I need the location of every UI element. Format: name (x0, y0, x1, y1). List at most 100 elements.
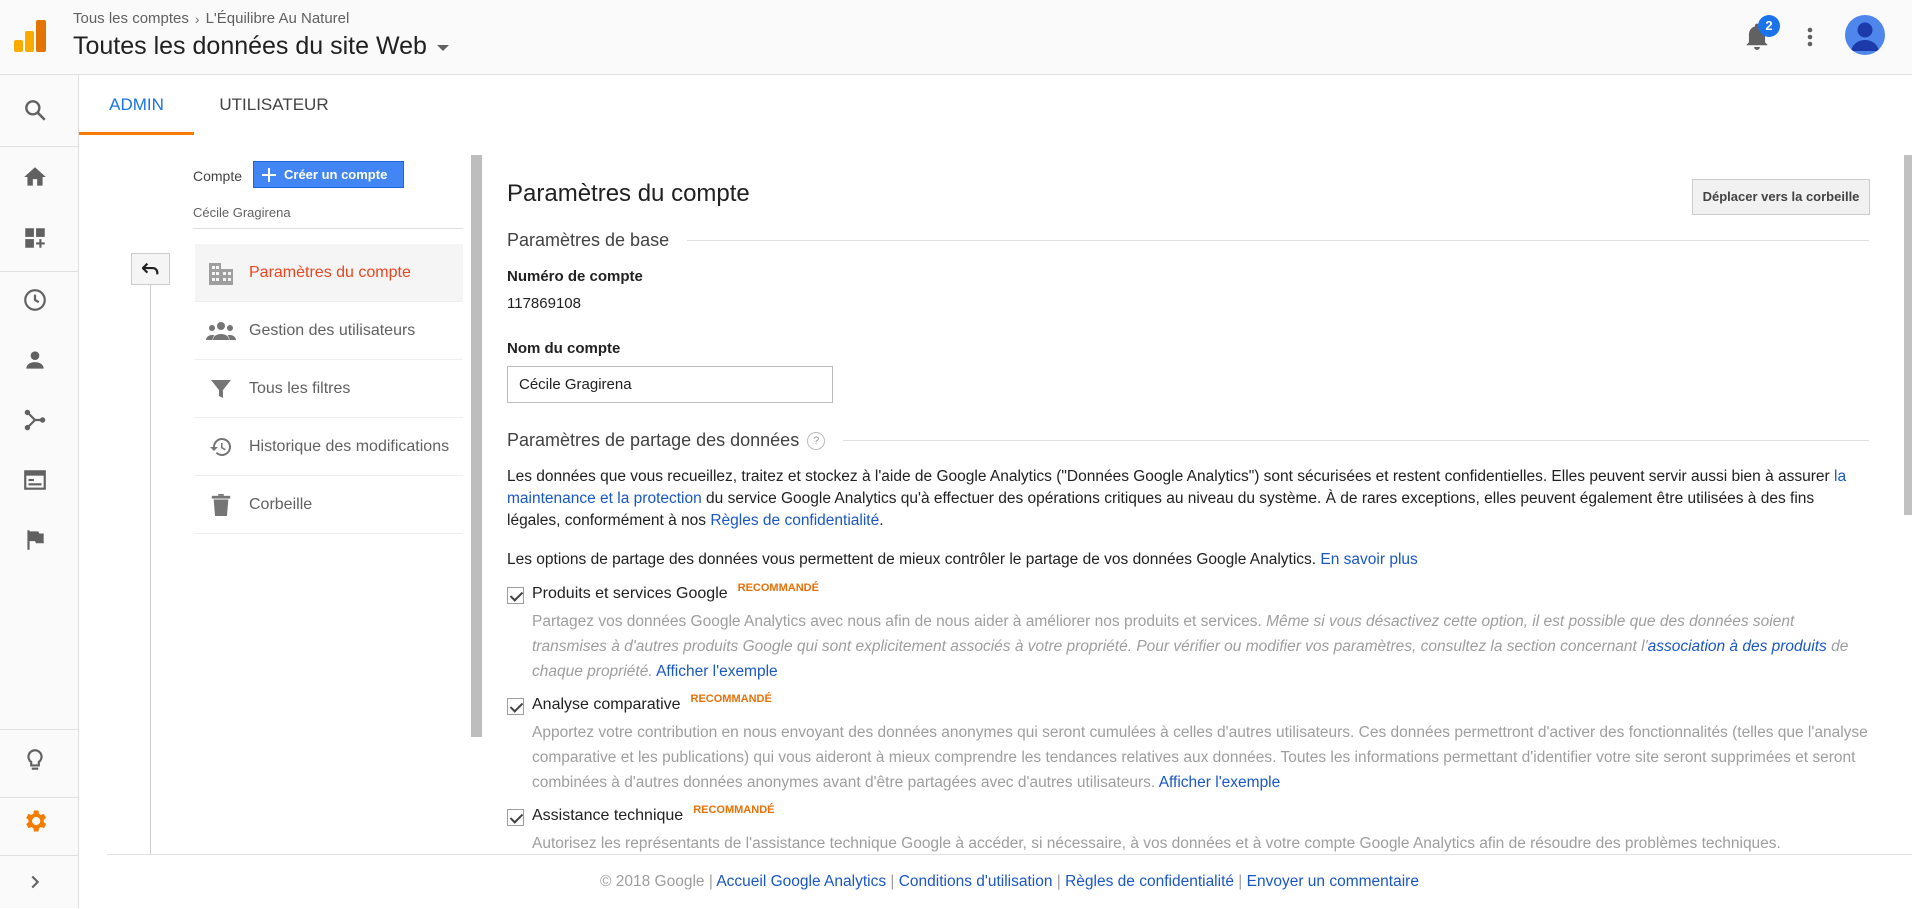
people-icon (203, 316, 239, 346)
create-account-button[interactable]: Créer un compte (253, 161, 404, 188)
top-bar: Tous les comptes › L'Équilibre Au Nature… (0, 0, 1912, 75)
side-nav (0, 75, 79, 908)
option-title-wrap: Analyse comparative RECOMMANDÉ (532, 693, 772, 714)
option-description: Apportez votre contribution en nous envo… (532, 720, 1872, 795)
google-products-checkbox[interactable] (507, 587, 524, 604)
menu-trash[interactable]: Corbeille (195, 476, 463, 534)
account-selector-name[interactable]: Cécile Gragirena (193, 205, 291, 220)
tab-user[interactable]: UTILISATEUR (199, 76, 349, 135)
option-description: Autorisez les représentants de l'assista… (532, 831, 1872, 856)
desc-text: Autorisez les représentants de l'assista… (532, 835, 1781, 852)
column-scrollbar[interactable] (471, 155, 482, 737)
technical-support-checkbox[interactable] (507, 809, 524, 826)
breadcrumb-root[interactable]: Tous les comptes (73, 10, 189, 27)
sharing-options-paragraph: Les options de partage des données vous … (507, 549, 1869, 571)
divider (193, 228, 463, 229)
section-title: Paramètres de partage des données (507, 430, 800, 450)
menu-label: Paramètres du compte (249, 263, 411, 281)
account-name-label: Nom du compte (507, 340, 621, 357)
recommended-badge: RECOMMANDÉ (737, 582, 819, 594)
menu-label: Gestion des utilisateurs (249, 321, 416, 339)
menu-change-history[interactable]: Historique des modifications (195, 418, 463, 476)
filter-icon (203, 374, 239, 404)
tab-admin[interactable]: ADMIN (79, 76, 194, 135)
show-example-link[interactable]: Afficher l'exemple (656, 663, 778, 680)
para-text: Les données que vous recueillez, traitez… (507, 468, 1835, 485)
page-title: Paramètres du compte (507, 180, 750, 207)
property-selector[interactable]: Toutes les données du site Web (73, 32, 449, 61)
caret-down-icon (436, 45, 449, 51)
menu-label: Historique des modifications (249, 437, 450, 455)
option-description: Partagez vos données Google Analytics av… (532, 609, 1872, 684)
desc-text: Partagez vos données Google Analytics av… (532, 613, 1267, 630)
privacy-policy-link[interactable]: Règles de confidentialité (710, 512, 879, 529)
breadcrumb-account[interactable]: L'Équilibre Au Naturel (206, 10, 350, 27)
account-number-label: Numéro de compte (507, 268, 643, 285)
option-title: Assistance technique (532, 807, 684, 824)
account-name-field[interactable] (507, 366, 833, 403)
footer-home-link[interactable]: Accueil Google Analytics (716, 873, 886, 890)
building-icon (203, 258, 239, 288)
move-to-trash-button[interactable]: Déplacer vers la corbeille (1692, 179, 1870, 215)
acquisition-icon[interactable] (20, 405, 50, 435)
footer-privacy-link[interactable]: Règles de confidentialité (1065, 873, 1234, 890)
footer-sep: | (1052, 873, 1066, 890)
chevron-right-icon: › (194, 10, 200, 27)
property-title: Toutes les données du site Web (73, 32, 427, 60)
para-text: . (879, 512, 884, 529)
clock-icon[interactable] (20, 285, 50, 315)
footer-sep: | (1234, 873, 1247, 890)
admin-tabs: ADMIN UTILISATEUR (79, 76, 1912, 135)
option-title-wrap: Produits et services Google RECOMMANDÉ (532, 582, 819, 603)
copyright: © 2018 Google (600, 873, 705, 890)
flag-icon[interactable] (20, 525, 50, 555)
show-example-link[interactable]: Afficher l'exemple (1159, 774, 1281, 791)
menu-all-filters[interactable]: Tous les filtres (195, 360, 463, 418)
option-title: Analyse comparative (532, 696, 681, 713)
menu-label: Corbeille (249, 495, 313, 513)
more-vert-icon[interactable] (1800, 22, 1820, 52)
expand-chevron-icon[interactable] (20, 867, 50, 897)
divider (687, 240, 1869, 241)
para-text: Les options de partage des données vous … (507, 551, 1321, 568)
product-linking-link[interactable]: association à des produits (1648, 638, 1827, 655)
menu-label: Tous les filtres (249, 379, 351, 397)
breadcrumb[interactable]: Tous les comptes › L'Équilibre Au Nature… (73, 10, 349, 27)
plus-icon (262, 167, 276, 182)
recommended-badge: RECOMMANDÉ (690, 693, 772, 705)
page-scrollbar[interactable] (1904, 155, 1912, 515)
footer-terms-link[interactable]: Conditions d'utilisation (899, 873, 1053, 890)
search-icon[interactable] (20, 95, 50, 125)
back-arrow-icon (141, 262, 158, 275)
user-avatar-icon (1851, 22, 1879, 51)
option-title-wrap: Assistance technique RECOMMANDÉ (532, 804, 775, 825)
avatar[interactable] (1845, 15, 1885, 55)
analytics-logo[interactable] (14, 20, 46, 52)
gear-icon[interactable] (20, 806, 50, 836)
divider (843, 440, 1869, 441)
section-title: Paramètres de base (507, 230, 670, 250)
footer-sep: | (704, 873, 717, 890)
footer: © 2018 Google | Accueil Google Analytics… (107, 854, 1912, 908)
notification-badge: 2 (1758, 15, 1780, 37)
dashboard-add-icon[interactable] (20, 223, 50, 253)
back-button[interactable] (131, 253, 170, 285)
create-account-label: Créer un compte (284, 167, 388, 182)
person-icon[interactable] (20, 345, 50, 375)
recommended-badge: RECOMMANDÉ (693, 804, 775, 816)
benchmarking-checkbox[interactable] (507, 698, 524, 715)
column-connector (150, 285, 151, 855)
menu-user-management[interactable]: Gestion des utilisateurs (195, 302, 463, 360)
footer-feedback-link[interactable]: Envoyer un commentaire (1247, 873, 1419, 890)
account-column-label: Compte (193, 168, 243, 184)
help-icon[interactable]: ? (807, 431, 826, 450)
basic-settings-heading: Paramètres de base (507, 230, 1869, 251)
footer-sep: | (886, 873, 899, 890)
behavior-icon[interactable] (20, 465, 50, 495)
home-icon[interactable] (20, 162, 50, 192)
learn-more-link[interactable]: En savoir plus (1320, 551, 1417, 568)
para-text: du service Google Analytics qu'à effectu… (507, 490, 1815, 529)
history-icon (203, 432, 239, 462)
lightbulb-icon[interactable] (20, 745, 50, 775)
menu-account-settings[interactable]: Paramètres du compte (195, 244, 463, 302)
